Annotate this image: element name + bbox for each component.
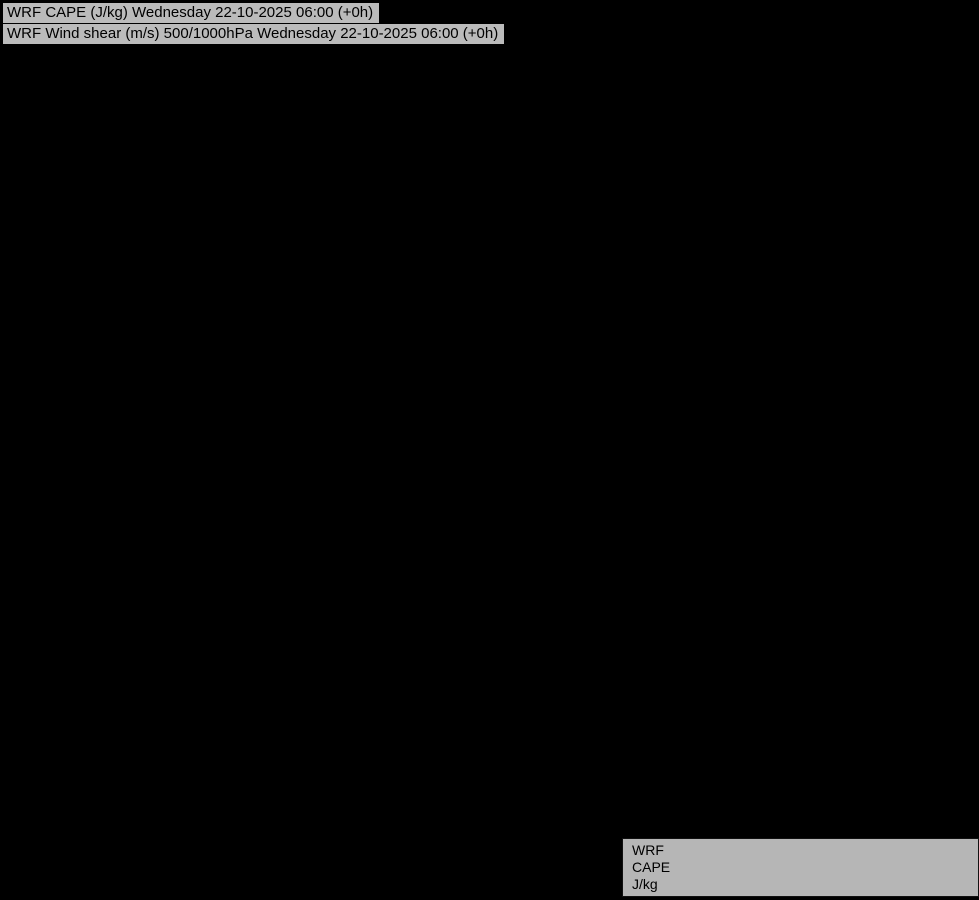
cape-legend: WRF CAPE J/kg — [622, 838, 979, 897]
legend-model-label: WRF — [632, 842, 664, 858]
title-cape-line: WRF CAPE (J/kg) Wednesday 22-10-2025 06:… — [2, 2, 381, 24]
title-windshear-line: WRF Wind shear (m/s) 500/1000hPa Wednesd… — [2, 23, 506, 45]
wrf-map-viewport: WRF CAPE (J/kg) Wednesday 22-10-2025 06:… — [0, 0, 979, 900]
legend-unit-label: J/kg — [632, 876, 658, 892]
map-title: WRF CAPE (J/kg) Wednesday 22-10-2025 06:… — [2, 2, 506, 45]
legend-label-block: WRF CAPE J/kg — [632, 842, 670, 893]
legend-field-label: CAPE — [632, 859, 671, 875]
